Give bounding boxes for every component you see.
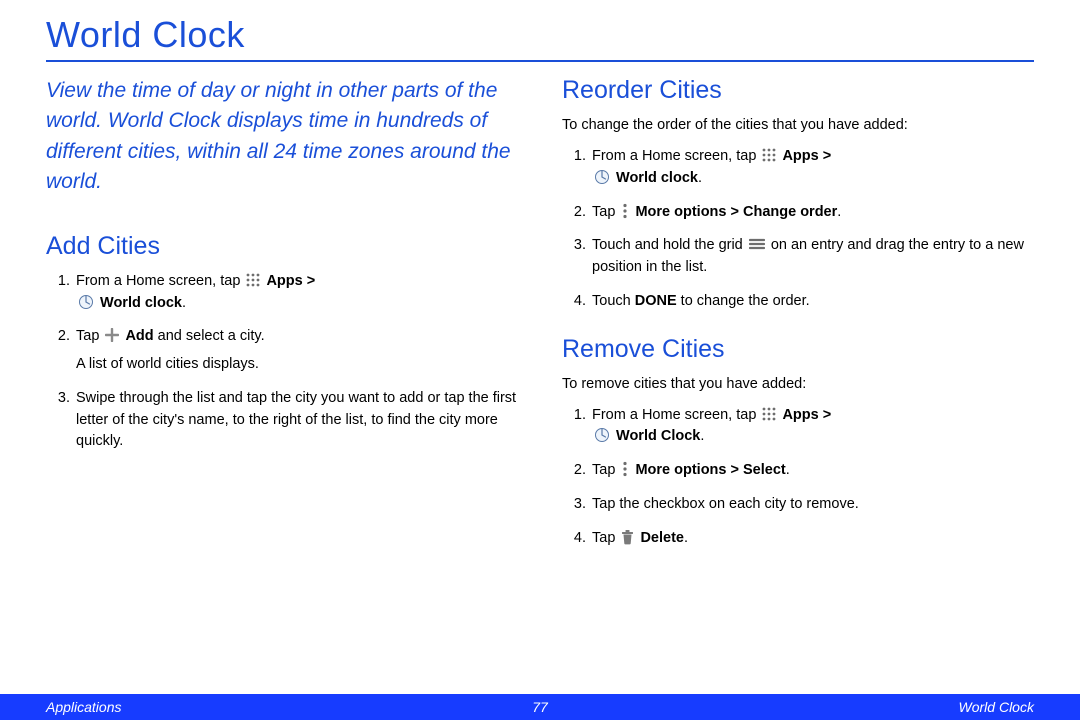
list-item: Tap the checkbox on each city to remove. xyxy=(590,494,1034,516)
plus-icon xyxy=(105,328,119,342)
list-item: Touch and hold the grid on an entry and … xyxy=(590,235,1034,279)
step-subtext: A list of world cities displays. xyxy=(76,354,518,376)
list-item: Touch DONE to change the order. xyxy=(590,291,1034,313)
step-text: to change the order. xyxy=(681,293,810,309)
footer-right: World Clock xyxy=(959,699,1034,715)
list-item: Tap Delete. xyxy=(590,528,1034,550)
step-text: From a Home screen, tap xyxy=(592,148,760,164)
reorder-cities-steps: From a Home screen, tap Apps > World clo… xyxy=(562,146,1034,313)
apps-label: Apps > xyxy=(266,273,315,289)
list-item: From a Home screen, tap Apps > World clo… xyxy=(590,146,1034,190)
step-text: Tap xyxy=(592,530,619,546)
apps-grid-icon xyxy=(246,273,260,287)
list-item: From a Home screen, tap Apps > World Clo… xyxy=(590,405,1034,449)
list-item: From a Home screen, tap Apps > World clo… xyxy=(74,271,518,315)
step-text: Touch and hold the grid xyxy=(592,237,747,253)
footer-left: Applications xyxy=(46,699,122,715)
world-clock-icon xyxy=(78,294,94,310)
reorder-lead: To change the order of the cities that y… xyxy=(562,115,1034,136)
add-cities-heading: Add Cities xyxy=(46,232,518,261)
step-text: and select a city. xyxy=(158,328,265,344)
drag-handle-icon xyxy=(749,236,765,248)
step-text: From a Home screen, tap xyxy=(76,273,244,289)
step-text: Tap xyxy=(592,462,619,478)
content-columns: View the time of day or night in other p… xyxy=(46,76,1034,571)
period: . xyxy=(182,295,186,311)
remove-cities-steps: From a Home screen, tap Apps > World Clo… xyxy=(562,405,1034,550)
world-clock-label: World Clock xyxy=(616,428,700,444)
page-title: World Clock xyxy=(46,14,1034,56)
delete-label: Delete xyxy=(640,530,684,546)
apps-grid-icon xyxy=(762,148,776,162)
world-clock-icon xyxy=(594,427,610,443)
remove-lead: To remove cities that you have added: xyxy=(562,374,1034,395)
step-text: Tap the checkbox on each city to remove. xyxy=(592,496,859,512)
step-text: Tap xyxy=(76,328,103,344)
left-column: View the time of day or night in other p… xyxy=(46,76,518,571)
apps-grid-icon xyxy=(762,407,776,421)
period: . xyxy=(684,530,688,546)
remove-cities-heading: Remove Cities xyxy=(562,335,1034,364)
page-footer: Applications 77 World Clock xyxy=(0,694,1080,720)
list-item: Tap More options > Change order. xyxy=(590,202,1034,224)
add-cities-steps: From a Home screen, tap Apps > World clo… xyxy=(46,271,518,453)
reorder-cities-heading: Reorder Cities xyxy=(562,76,1034,105)
apps-label: Apps > xyxy=(782,148,831,164)
step-text: Tap xyxy=(592,204,619,220)
world-clock-icon xyxy=(594,169,610,185)
more-options-icon xyxy=(622,461,628,477)
add-label: Add xyxy=(125,328,153,344)
more-options-label: More options > Change order xyxy=(635,204,837,220)
world-clock-label: World clock xyxy=(616,170,698,186)
list-item: Swipe through the list and tap the city … xyxy=(74,388,518,453)
intro-text: View the time of day or night in other p… xyxy=(46,76,518,198)
step-text: From a Home screen, tap xyxy=(592,407,760,423)
step-text: Touch xyxy=(592,293,635,309)
period: . xyxy=(698,170,702,186)
done-label: DONE xyxy=(635,293,677,309)
period: . xyxy=(786,462,790,478)
list-item: Tap Add and select a city. A list of wor… xyxy=(74,326,518,376)
list-item: Tap More options > Select. xyxy=(590,460,1034,482)
trash-icon xyxy=(621,529,634,545)
more-options-label: More options > Select xyxy=(635,462,785,478)
period: . xyxy=(837,204,841,220)
step-text: Swipe through the list and tap the city … xyxy=(76,390,516,450)
right-column: Reorder Cities To change the order of th… xyxy=(562,76,1034,571)
footer-page-number: 77 xyxy=(532,699,548,715)
period: . xyxy=(700,428,704,444)
title-rule xyxy=(46,60,1034,62)
world-clock-label: World clock xyxy=(100,295,182,311)
apps-label: Apps > xyxy=(782,407,831,423)
more-options-icon xyxy=(622,203,628,219)
